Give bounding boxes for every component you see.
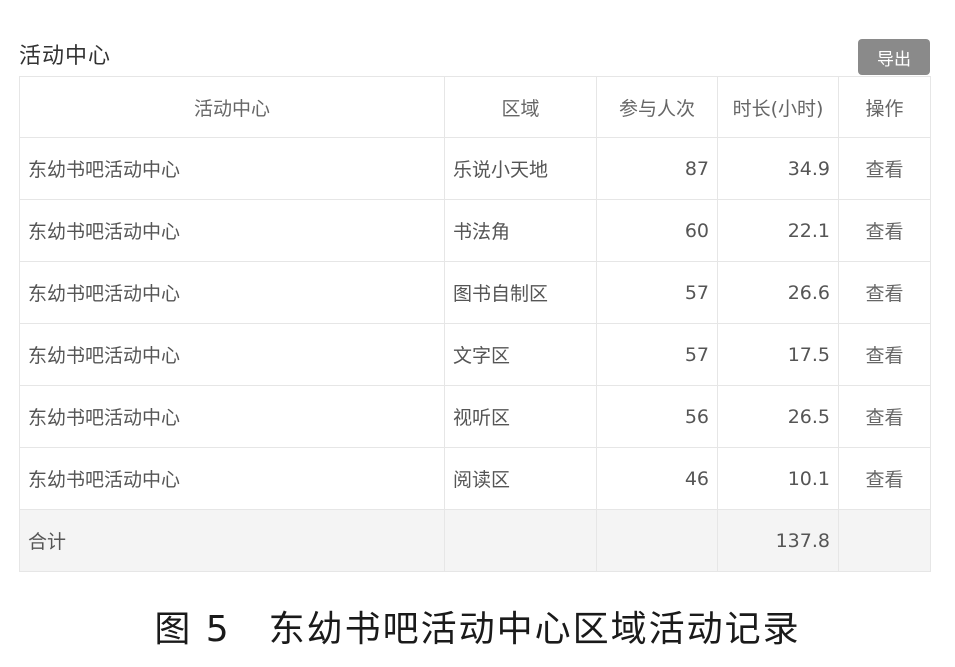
column-header-area: 区域	[444, 76, 597, 138]
activity-records-table: 活动中心 区域 参与人次 时长(小时) 操作 东幼书吧活动中心 乐说小天地 87…	[19, 76, 931, 572]
table-row: 东幼书吧活动中心 阅读区 46 10.1 查看	[19, 447, 931, 510]
total-empty-cell	[444, 509, 597, 572]
cell-hours: 26.5	[717, 385, 839, 448]
cell-hours: 34.9	[717, 137, 839, 200]
total-label: 合计	[19, 509, 445, 572]
cell-center: 东幼书吧活动中心	[19, 261, 445, 324]
table-header-row: 活动中心 区域 参与人次 时长(小时) 操作	[19, 76, 931, 138]
cell-center: 东幼书吧活动中心	[19, 199, 445, 262]
cell-center: 东幼书吧活动中心	[19, 385, 445, 448]
cell-center: 东幼书吧活动中心	[19, 323, 445, 386]
cell-visits: 60	[596, 199, 718, 262]
cell-area: 书法角	[444, 199, 597, 262]
cell-area: 图书自制区	[444, 261, 597, 324]
column-header-action: 操作	[838, 76, 931, 138]
cell-visits: 56	[596, 385, 718, 448]
cell-center: 东幼书吧活动中心	[19, 447, 445, 510]
cell-hours: 17.5	[717, 323, 839, 386]
table-row: 东幼书吧活动中心 文字区 57 17.5 查看	[19, 323, 931, 386]
cell-area: 视听区	[444, 385, 597, 448]
table-row: 东幼书吧活动中心 视听区 56 26.5 查看	[19, 385, 931, 448]
column-header-hours: 时长(小时)	[717, 76, 839, 138]
column-header-visits: 参与人次	[596, 76, 718, 138]
cell-area: 乐说小天地	[444, 137, 597, 200]
cell-hours: 26.6	[717, 261, 839, 324]
total-empty-cell	[596, 509, 718, 572]
cell-visits: 57	[596, 323, 718, 386]
export-button[interactable]: 导出	[858, 39, 930, 75]
view-link[interactable]: 查看	[865, 407, 903, 429]
view-link[interactable]: 查看	[865, 345, 903, 367]
page-title: 活动中心	[19, 44, 112, 69]
cell-area: 文字区	[444, 323, 597, 386]
view-link[interactable]: 查看	[865, 469, 903, 491]
total-empty-cell	[838, 509, 931, 572]
view-link[interactable]: 查看	[865, 283, 903, 305]
total-hours: 137.8	[717, 509, 839, 572]
table-row: 东幼书吧活动中心 图书自制区 57 26.6 查看	[19, 261, 931, 324]
view-link[interactable]: 查看	[865, 159, 903, 181]
figure-caption: 图 5 东幼书吧活动中心区域活动记录	[154, 609, 801, 650]
table-row: 东幼书吧活动中心 乐说小天地 87 34.9 查看	[19, 137, 931, 200]
cell-visits: 46	[596, 447, 718, 510]
table-row: 东幼书吧活动中心 书法角 60 22.1 查看	[19, 199, 931, 262]
cell-visits: 87	[596, 137, 718, 200]
column-header-center: 活动中心	[19, 76, 445, 138]
cell-hours: 22.1	[717, 199, 839, 262]
view-link[interactable]: 查看	[865, 221, 903, 243]
cell-visits: 57	[596, 261, 718, 324]
total-row: 合计 137.8	[19, 509, 931, 572]
cell-hours: 10.1	[717, 447, 839, 510]
cell-area: 阅读区	[444, 447, 597, 510]
cell-center: 东幼书吧活动中心	[19, 137, 445, 200]
